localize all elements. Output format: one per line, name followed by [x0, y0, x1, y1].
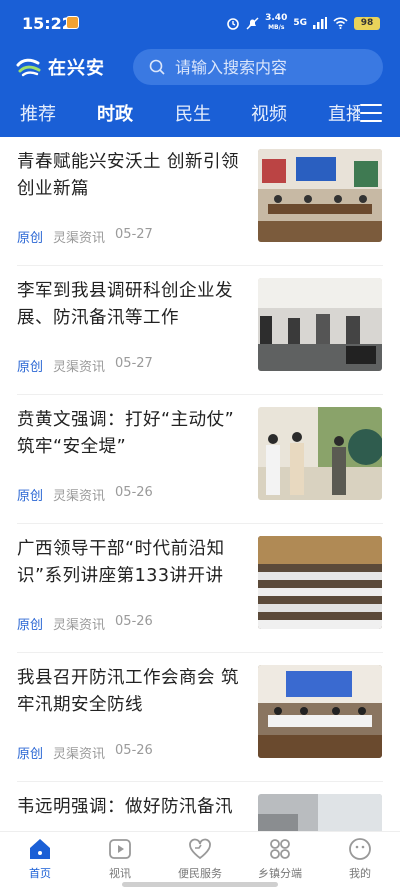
article-thumbnail	[258, 665, 382, 758]
original-tag: 原创	[17, 618, 44, 633]
top-header: 15:22 3.40 MB/s 5G 98 在兴安 推荐 时政 民生 视频 直播	[0, 0, 400, 137]
wifi-icon	[333, 17, 348, 29]
battery-indicator: 98	[354, 16, 380, 30]
original-tag: 原创	[17, 360, 44, 375]
nav-label: 视讯	[109, 867, 131, 880]
category-tabs: 推荐 时政 民生 视频 直播	[0, 96, 400, 132]
tab-recommend[interactable]: 推荐	[20, 100, 56, 126]
article-title: 李军到我县调研科创企业发展、防汛备汛等工作	[17, 281, 233, 328]
article-title: 我县召开防汛工作会商会 筑牢汛期安全防线	[17, 668, 240, 715]
profile-icon	[349, 838, 371, 860]
article-thumbnail	[258, 407, 382, 500]
tab-live[interactable]: 直播	[328, 100, 360, 126]
article-thumbnail	[258, 794, 382, 831]
nav-label: 我的	[349, 867, 371, 880]
article-title: 广西领导干部“时代前沿知识”系列讲座第133讲开讲	[17, 539, 225, 586]
article-item[interactable]: 广西领导干部“时代前沿知识”系列讲座第133讲开讲 原创 灵渠资讯 05-26	[0, 524, 400, 653]
search-input[interactable]	[175, 57, 365, 77]
article-date: 05-26	[115, 614, 153, 629]
article-thumbnail	[258, 149, 382, 242]
article-source: 灵渠资讯	[53, 489, 106, 504]
article-date: 05-26	[115, 485, 153, 500]
play-icon	[109, 839, 131, 859]
article-thumbnail	[258, 278, 382, 371]
speed-unit: MB/s	[268, 24, 285, 31]
nav-label: 便民服务	[178, 867, 222, 880]
article-source: 灵渠资讯	[53, 360, 106, 375]
article-item[interactable]: 韦远明强调：做好防汛备汛	[0, 782, 400, 831]
logo-icon	[16, 58, 41, 77]
app-brand: 在兴安	[16, 54, 105, 80]
home-indicator[interactable]	[122, 882, 278, 887]
article-title: 贲黄文强调：打好“主动仗” 筑牢“安全堤”	[17, 410, 235, 457]
menu-icon[interactable]	[360, 104, 382, 122]
original-tag: 原创	[17, 747, 44, 762]
tab-video[interactable]: 视频	[251, 100, 287, 126]
speed-value: 3.40	[265, 13, 288, 23]
status-right: 3.40 MB/s 5G 98	[226, 14, 380, 32]
search-icon	[149, 59, 165, 75]
search-bar[interactable]	[133, 49, 383, 85]
grid-icon	[270, 839, 290, 859]
article-source: 灵渠资讯	[53, 747, 106, 762]
article-meta: 原创 灵渠资讯 05-26	[17, 485, 153, 504]
article-title: 韦远明强调：做好防汛备汛	[17, 797, 233, 817]
article-meta: 原创 灵渠资讯 05-26	[17, 614, 153, 633]
original-tag: 原创	[17, 231, 44, 246]
article-meta: 原创 灵渠资讯 05-27	[17, 356, 153, 375]
signal-icon	[313, 17, 327, 29]
app-name: 在兴安	[48, 58, 105, 79]
tab-politics[interactable]: 时政	[97, 100, 133, 126]
article-meta: 原创 灵渠资讯 05-26	[17, 743, 153, 762]
article-date: 05-27	[115, 227, 153, 242]
article-date: 05-27	[115, 356, 153, 371]
notification-app-icon	[66, 16, 79, 29]
heart-service-icon	[189, 838, 211, 860]
article-item[interactable]: 青春赋能兴安沃土 创新引领创业新篇 原创 灵渠资讯 05-27	[0, 137, 400, 266]
article-title: 青春赋能兴安沃土 创新引领创业新篇	[17, 152, 240, 199]
article-item[interactable]: 李军到我县调研科创企业发展、防汛备汛等工作 原创 灵渠资讯 05-27	[0, 266, 400, 395]
article-list: 青春赋能兴安沃土 创新引领创业新篇 原创 灵渠资讯 05-27 李军到我县调研科…	[0, 137, 400, 831]
article-source: 灵渠资讯	[53, 618, 106, 633]
original-tag: 原创	[17, 489, 44, 504]
alarm-icon	[227, 18, 239, 30]
article-date: 05-26	[115, 743, 153, 758]
article-thumbnail	[258, 536, 382, 629]
article-source: 灵渠资讯	[53, 231, 106, 246]
nav-profile[interactable]: 我的	[320, 832, 400, 890]
nav-home[interactable]: 首页	[0, 832, 80, 890]
nav-label: 乡镇分端	[258, 867, 302, 880]
bottom-navigation: 首页 视讯 便民服务 乡镇分端 我的	[0, 831, 400, 889]
article-item[interactable]: 贲黄文强调：打好“主动仗” 筑牢“安全堤” 原创 灵渠资讯 05-26	[0, 395, 400, 524]
nav-label: 首页	[29, 867, 51, 880]
tab-livelihood[interactable]: 民生	[175, 100, 211, 126]
network-speed: 3.40 MB/s	[265, 14, 287, 32]
mute-icon	[246, 17, 259, 29]
network-type: 5G	[293, 18, 307, 28]
home-icon	[30, 839, 50, 859]
article-item[interactable]: 我县召开防汛工作会商会 筑牢汛期安全防线 原创 灵渠资讯 05-26	[0, 653, 400, 782]
article-meta: 原创 灵渠资讯 05-27	[17, 227, 153, 246]
status-bar: 15:22 3.40 MB/s 5G 98	[0, 0, 400, 44]
